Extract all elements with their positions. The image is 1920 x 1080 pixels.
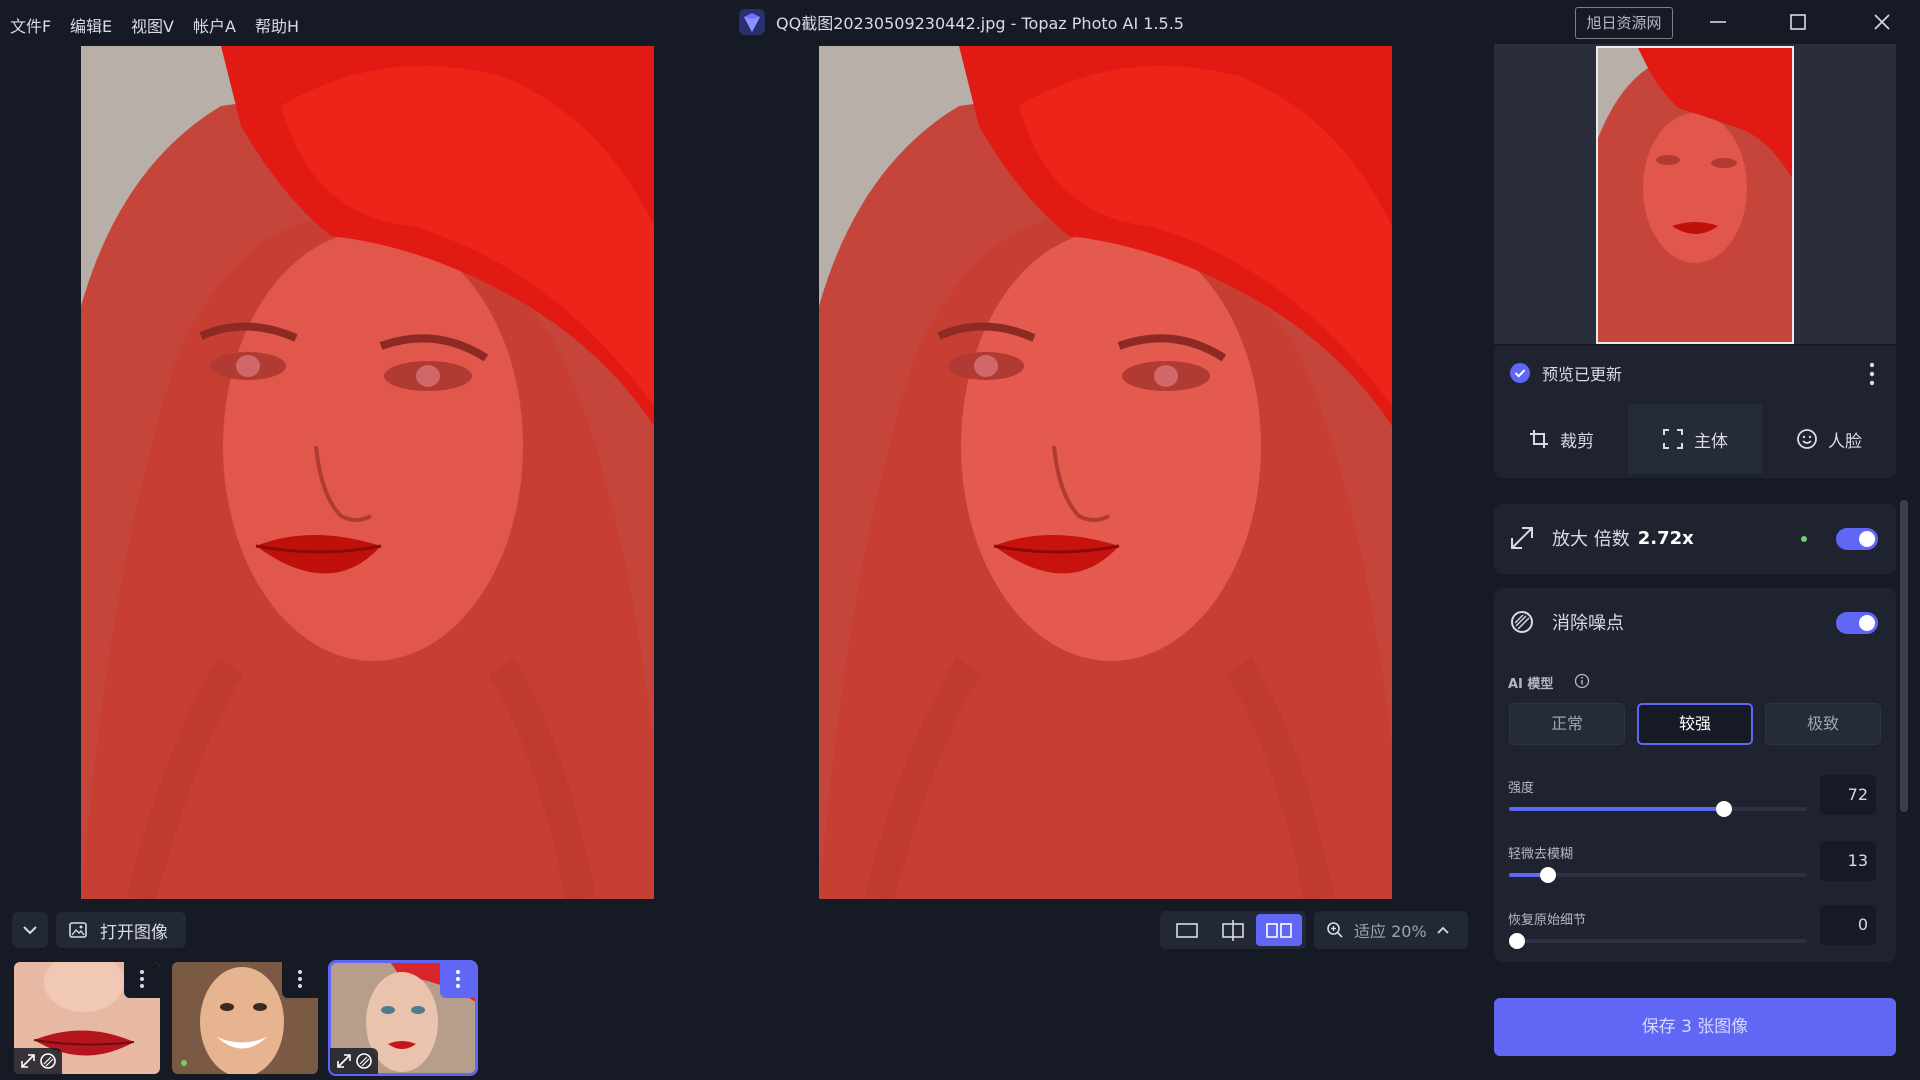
single-view-button[interactable]	[1164, 914, 1210, 946]
preview-status-row: 预览已更新	[1494, 346, 1896, 400]
thumbnail-badges	[330, 1048, 378, 1074]
strength-slider-handle[interactable]	[1715, 801, 1732, 817]
menu-edit[interactable]: 编辑E	[70, 13, 112, 37]
check-circle-icon	[1510, 363, 1530, 383]
status-dot	[181, 1060, 187, 1066]
minimize-icon[interactable]	[1698, 7, 1738, 37]
original-image[interactable]	[81, 46, 654, 899]
more-options-icon[interactable]	[1862, 360, 1882, 388]
enabled-dot	[1801, 536, 1807, 542]
deblur-value[interactable]: 13	[1820, 841, 1876, 881]
watermark-badge: 旭日资源网	[1575, 7, 1673, 39]
zoom-in-icon	[1327, 922, 1343, 938]
zoom-control[interactable]: 适应 20%	[1314, 911, 1468, 949]
chevron-down-icon	[23, 926, 37, 935]
mode-strong-button[interactable]: 较强	[1637, 703, 1753, 745]
upscale-card[interactable]: 放大 倍数 2.72x	[1494, 504, 1896, 574]
detail-label: 恢复原始细节	[1508, 913, 1587, 928]
denoise-label: 消除噪点	[1552, 613, 1624, 634]
menu-view[interactable]: 视图V	[131, 13, 174, 37]
kebab-icon	[456, 970, 460, 988]
chevron-up-icon	[1437, 926, 1449, 934]
kebab-icon	[298, 970, 302, 988]
mode-extreme-button[interactable]: 极致	[1765, 703, 1881, 745]
denoise-header[interactable]: 消除噪点	[1508, 608, 1624, 636]
thumbnail-1[interactable]	[14, 962, 160, 1074]
kebab-icon	[140, 970, 144, 988]
tab-face[interactable]: 人脸	[1762, 404, 1896, 474]
upscale-value: 2.72x	[1637, 527, 1694, 549]
tab-crop[interactable]: 裁剪	[1494, 404, 1628, 474]
menu-file[interactable]: 文件F	[10, 13, 51, 37]
split-view-button[interactable]	[1210, 914, 1256, 946]
face-icon	[1797, 429, 1817, 449]
mode-normal-button[interactable]: 正常	[1509, 703, 1625, 745]
deblur-label: 轻微去模糊	[1508, 847, 1574, 862]
denoise-icon	[356, 1053, 372, 1069]
menu-help[interactable]: 帮助H	[255, 13, 299, 37]
deblur-slider[interactable]	[1509, 867, 1807, 883]
image-icon	[69, 922, 87, 938]
deblur-slider-handle[interactable]	[1539, 867, 1556, 883]
panel-scrollbar[interactable]	[1900, 500, 1908, 812]
window-title-text: QQ截图20230509230442.jpg - Topaz Photo AI …	[776, 14, 1184, 33]
image-canvas[interactable]	[0, 44, 1468, 900]
strength-slider-fill	[1509, 807, 1724, 811]
detail-slider-handle[interactable]	[1509, 933, 1525, 949]
zoom-label: 适应 20%	[1354, 922, 1427, 941]
tab-face-label: 人脸	[1828, 431, 1862, 452]
denoise-icon	[40, 1053, 56, 1069]
collapse-filmstrip-button[interactable]	[12, 912, 48, 948]
title-bar: 文件F 编辑E 视图V 帐户A 帮助H QQ截图20230509230442.j…	[0, 0, 1920, 44]
upscale-label: 放大 倍数	[1552, 529, 1630, 550]
strength-slider[interactable]	[1509, 801, 1807, 817]
strength-label: 强度	[1508, 781, 1535, 796]
open-image-button[interactable]: 打开图像	[56, 912, 186, 948]
topaz-logo-icon	[739, 9, 765, 35]
window-title: QQ截图20230509230442.jpg - Topaz Photo AI …	[738, 6, 1184, 38]
thumbnail-2[interactable]	[172, 962, 318, 1074]
view-mode-group	[1160, 911, 1306, 949]
denoise-icon	[1511, 611, 1533, 633]
tab-subject[interactable]: 主体	[1628, 404, 1762, 474]
preview-image[interactable]	[819, 46, 1392, 899]
tab-subject-label: 主体	[1694, 431, 1728, 452]
strength-value[interactable]: 72	[1820, 775, 1876, 815]
navigator-thumbnail[interactable]	[1596, 46, 1794, 344]
thumbnail-badges	[14, 1048, 62, 1074]
selection-tabs: 裁剪 主体 人脸	[1494, 400, 1896, 478]
side-by-side-view-button[interactable]	[1256, 914, 1302, 946]
tab-crop-label: 裁剪	[1560, 431, 1594, 452]
detail-slider[interactable]	[1509, 933, 1807, 949]
save-images-button[interactable]: 保存 3 张图像	[1494, 998, 1896, 1056]
thumbnail-menu-button[interactable]	[282, 962, 318, 998]
upscale-header: 放大 倍数 2.72x	[1508, 524, 1694, 552]
thumbnail-menu-button[interactable]	[124, 962, 160, 998]
preview-status-text: 预览已更新	[1542, 365, 1623, 384]
close-icon[interactable]	[1862, 7, 1902, 37]
upscale-toggle[interactable]	[1836, 528, 1878, 550]
upscale-icon	[337, 1054, 351, 1068]
open-image-label: 打开图像	[100, 922, 168, 943]
thumbnail-menu-button[interactable]	[440, 962, 476, 998]
upscale-icon	[21, 1054, 35, 1068]
subject-select-icon	[1663, 429, 1683, 449]
ai-model-label: AI 模型	[1508, 677, 1554, 692]
upscale-icon	[1511, 527, 1533, 549]
single-view-icon	[1176, 923, 1198, 938]
menu-account[interactable]: 帐户A	[193, 13, 236, 37]
side-by-side-icon	[1266, 923, 1292, 938]
thumbnail-3-selected[interactable]	[328, 960, 478, 1076]
info-icon[interactable]	[1574, 673, 1590, 689]
denoise-toggle[interactable]	[1836, 612, 1878, 634]
split-view-icon	[1222, 920, 1244, 941]
crop-icon	[1530, 430, 1548, 448]
detail-value[interactable]: 0	[1820, 905, 1876, 945]
maximize-icon[interactable]	[1778, 7, 1818, 37]
